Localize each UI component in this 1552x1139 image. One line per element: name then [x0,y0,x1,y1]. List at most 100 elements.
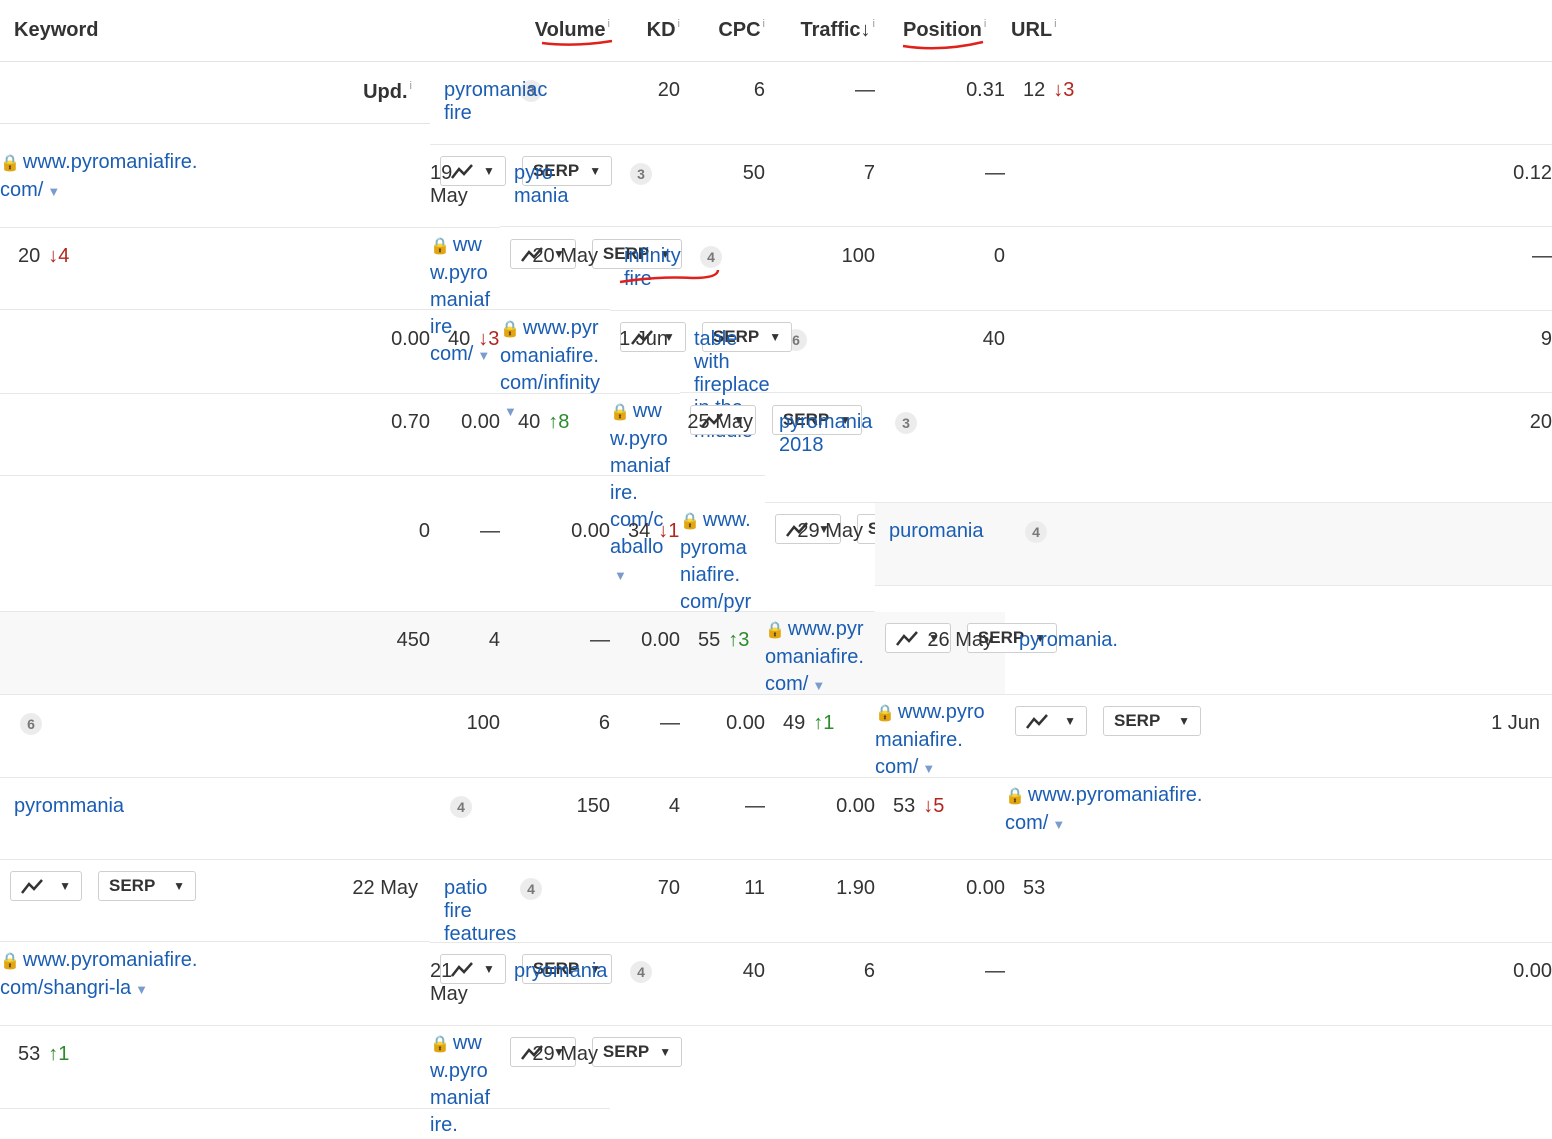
serp-dropdown-button[interactable]: SERP ▼ [591,1037,683,1067]
actions-cell: ▼SERP ▼29 May [500,1026,683,1109]
lock-icon: 🔒 [500,321,520,338]
position-cell: 55 ↑3 [680,612,765,695]
header-position[interactable]: Position i [875,0,1005,62]
header-kd[interactable]: KD i [610,0,680,62]
position-cell: 34 ↓1 [610,503,680,612]
kd-value: 6 [765,943,875,1026]
volume-value: 40 [875,311,1005,393]
url-link-line2[interactable]: com/ [875,756,918,778]
keyword-link[interactable]: pyromania. [1019,629,1118,651]
arrow-down-icon: ↓ [658,520,669,542]
url-cell: 🔒 www.pyromaniafire. com/caballo▼ [610,394,680,583]
url-link-line2[interactable]: com/shangri-la [0,977,131,999]
chevron-down-icon: ▼ [59,879,71,893]
serp-features-badge[interactable]: 3 [630,163,652,185]
keyword-link[interactable]: pyrommania [14,795,124,817]
serp-features-badge[interactable]: 4 [450,796,472,818]
url-link-line2[interactable]: com/ [0,179,43,201]
updated-info-icon[interactable]: i [410,80,412,92]
header-keyword[interactable]: Keyword [0,0,430,62]
url-link-line2[interactable]: com/ [1005,812,1048,834]
keyword-link[interactable]: pryomania [514,960,607,982]
delta-value: 4 [58,245,70,267]
delta-value: 3 [738,629,750,651]
chevron-down-icon: ▼ [1064,714,1076,728]
header-url[interactable]: URL i [1005,0,1552,62]
serp-features-badge[interactable]: 6 [20,713,42,735]
keyword-link[interactable]: infinity fire [624,245,681,290]
lock-icon: 🔒 [765,622,785,639]
arrow-up-icon: ↑ [48,1043,59,1065]
header-traffic[interactable]: Traffic ↓ i [765,0,875,62]
badge-cell: 4 [430,778,500,860]
serp-features-badge[interactable]: 4 [520,878,542,900]
traffic-value: 0.00 [610,612,680,695]
trend-chart-icon [21,879,43,894]
header-updated[interactable]: Upd. i [0,62,430,124]
serp-features-badge[interactable]: 3 [895,412,917,434]
position-cell: 49 ↑1 [765,695,875,778]
url-link-line1[interactable]: www.pyromaniafire. [23,949,198,971]
position-info-icon[interactable]: i [984,18,986,30]
badge-cell: 4 [500,860,610,943]
serp-features-badge[interactable]: 4 [1025,521,1047,543]
url-link-line1[interactable]: www.pyromaniafire. [1028,784,1203,806]
updated-date: 20 May [532,245,598,267]
arrow-down-icon: ↓ [48,245,59,267]
badge-cell: 4 [610,943,680,1026]
url-cell: 🔒www.pyromaniafire.com/pyromania-contact… [680,503,765,694]
serp-features-badge[interactable]: 4 [700,246,722,268]
keyword-cell: table with fireplace in the middle [680,311,770,442]
url-dropdown-icon[interactable]: ▼ [922,761,935,776]
position-value: 40 [518,411,541,433]
url-dropdown-icon[interactable]: ▼ [47,184,60,199]
updated-date: 22 May [352,877,418,899]
arrow-up-icon: ↑ [728,629,739,651]
header-cpc[interactable]: CPC i [680,0,765,62]
url-link-line2[interactable]: com/infinity [500,372,600,394]
kd-value: 11 [680,860,765,943]
actions-cell: ▼ SERP ▼ 1 Jun [1005,695,1552,778]
position-cell: 40 ↑8 [500,394,610,476]
url-dropdown-icon[interactable]: ▼ [1052,817,1065,832]
url-link-line2[interactable]: com/ [765,673,808,695]
position-value: 34 [628,520,651,542]
chevron-down-icon: ▼ [1178,714,1190,728]
position-cell: 53 ↓5 [875,778,1005,860]
actions-cell: ▼ SERP ▼ 19 May [430,145,613,228]
kd-value: 4 [610,778,680,860]
position-down-delta: ↓3 [1053,79,1074,101]
keyword-link[interactable]: pyromania 2018 [779,411,872,456]
arrow-up-icon: ↑ [548,411,559,433]
updated-date: 1 Jun [619,328,668,350]
url-link-line1[interactable]: www.pyromaniafire. [23,151,198,173]
volume-header-label[interactable]: Volume [535,19,606,42]
header-volume[interactable]: Volume i [500,0,613,62]
traffic-value: 0.00 [765,778,875,860]
lock-icon: 🔒 [1005,788,1025,805]
lock-icon: 🔒 [0,953,20,970]
volume-value: 50 [680,145,765,227]
url-cell: 🔒 www.pyromaniafire. [430,1026,500,1136]
keyword-cell: infinity fire [610,228,720,311]
url-cell: 🔒 www.pyromaniafire. com/infinity▼ [500,311,610,419]
actions-cell: ▼ SERP ▼ 21 May [430,943,613,1026]
kd-value: 9 [1005,311,1552,393]
delta-value: 1 [823,712,835,734]
badge-cell: 4 [680,228,765,311]
cpc-value: — [500,612,610,695]
delta-value: 3 [1063,79,1075,101]
chart-dropdown-button[interactable]: ▼ [1015,706,1087,736]
url-info-icon[interactable]: i [1054,18,1056,30]
chart-dropdown-button[interactable]: ▼ [10,871,82,901]
serp-features-badge[interactable]: 4 [630,961,652,983]
arrow-up-icon: ↑ [813,712,824,734]
url-dropdown-icon[interactable]: ▼ [812,678,825,693]
serp-dropdown-button[interactable]: SERP ▼ [1103,706,1201,736]
position-value: 53 [1023,877,1046,899]
delta-value: 8 [558,411,570,433]
url-dropdown-icon[interactable]: ▼ [135,982,148,997]
keyword-link[interactable]: puromania [889,520,984,542]
keyword-link[interactable]: pyro mania [514,162,568,207]
serp-dropdown-button[interactable]: SERP ▼ [98,871,196,901]
